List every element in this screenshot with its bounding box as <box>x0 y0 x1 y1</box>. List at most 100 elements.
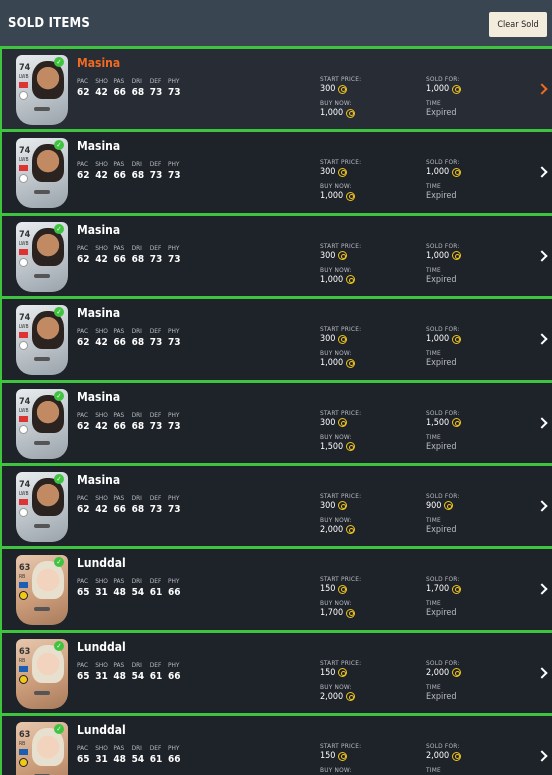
stat-values: 62 42 66 68 73 73 <box>77 87 186 98</box>
chevron-right-icon[interactable] <box>536 416 548 429</box>
coin-icon <box>452 668 462 678</box>
start-price-value: 300 <box>320 334 348 345</box>
stat-value: 48 <box>113 670 126 682</box>
stat-label: PHY <box>167 410 180 419</box>
player-name: Lunddal <box>77 723 126 738</box>
buy-now-amount: 1,000 <box>320 274 344 285</box>
buy-now-label: BUY NOW: <box>320 682 352 691</box>
stat-values: 62 42 66 68 73 73 <box>77 421 186 432</box>
stat-value: 66 <box>113 87 126 98</box>
stat-labels: PAC SHO PAS DRI DEF PHY <box>77 661 186 669</box>
player-portrait <box>32 144 64 183</box>
clear-sold-button[interactable]: Clear Sold <box>489 12 547 37</box>
stat-value: 68 <box>131 87 145 98</box>
buy-now-amount: 2,000 <box>320 691 344 702</box>
stat-value: 73 <box>167 420 181 432</box>
start-price-amount: 150 <box>320 667 336 678</box>
buy-now-amount: 1,700 <box>320 608 344 619</box>
check-icon: ✓ <box>54 57 64 67</box>
sold-items-list: 74 LWB ✓ Masina PAC SHO PAS DRI DEF PHY 62 42 66 68 73… <box>0 46 552 775</box>
buy-now-label: BUY NOW: <box>320 182 352 191</box>
start-price-amount: 300 <box>320 167 336 178</box>
stat-value: 66 <box>113 420 126 432</box>
club-badge-icon <box>19 424 28 434</box>
club-badge-icon <box>19 591 28 601</box>
sold-for-amount: 900 <box>426 500 442 511</box>
coin-icon <box>338 751 348 761</box>
stat-value: 66 <box>167 670 181 682</box>
stat-label: DRI <box>131 410 142 419</box>
list-item[interactable]: 74 LWB ✓ Masina PAC SHO PAS DRI DEF PHY 62 42 66 68 73… <box>0 129 552 213</box>
stat-value: 42 <box>95 87 108 98</box>
card-position: RB <box>19 657 26 664</box>
coin-icon <box>452 418 462 428</box>
player-name: Masina <box>77 306 121 321</box>
sold-for-label: SOLD FOR: <box>426 742 460 751</box>
stat-value: 68 <box>131 337 145 349</box>
list-item[interactable]: 74 LWB ✓ Masina PAC SHO PAS DRI DEF PHY 62 42 66 68 73… <box>0 379 552 463</box>
stat-label: DEF <box>149 77 162 85</box>
stat-label: SHO <box>95 493 108 502</box>
stat-label: PHY <box>167 327 180 336</box>
stat-label: DRI <box>131 160 142 169</box>
stat-labels: PAC SHO PAS DRI DEF PHY <box>77 744 186 752</box>
start-price-amount: 300 <box>320 334 336 345</box>
buy-now-label: BUY NOW: <box>320 432 352 441</box>
stat-label: PAC <box>77 243 89 252</box>
list-item[interactable]: 74 LWB ✓ Masina PAC SHO PAS DRI DEF PHY 62 42 66 68 73… <box>0 462 552 547</box>
chevron-right-icon[interactable] <box>536 333 548 345</box>
start-price-amount: 300 <box>320 417 336 428</box>
list-item[interactable]: 63 RB ✓ Lunddal PAC SHO PAS DRI DEF PHY 65 31 48 54 61… <box>0 713 552 775</box>
stat-label: PAC <box>77 660 89 669</box>
sold-for-value: 1,000 <box>426 334 462 344</box>
stat-label: DRI <box>131 577 142 586</box>
stat-label: DEF <box>149 660 162 669</box>
list-item[interactable]: 74 LWB ✓ Masina PAC SHO PAS DRI DEF PHY 62 42 66 68 73… <box>0 296 552 380</box>
stat-values: 65 31 48 54 61 66 <box>77 671 186 682</box>
nation-flag-icon <box>19 332 28 339</box>
list-item[interactable]: 63 RB ✓ Lunddal PAC SHO PAS DRI DEF PHY 65 31 48 54 61… <box>0 546 552 630</box>
time-value: Expired <box>426 524 457 535</box>
stat-label: PHY <box>167 77 180 85</box>
chevron-right-icon[interactable] <box>536 250 548 262</box>
list-item[interactable]: 63 RB ✓ Lunddal PAC SHO PAS DRI DEF PHY 65 31 48 54 61… <box>0 629 552 714</box>
stat-label: PAS <box>113 77 125 85</box>
boot-icon <box>34 190 50 195</box>
stat-label: PAC <box>77 160 89 169</box>
sold-for-amount: 2,000 <box>426 751 450 762</box>
stat-label: PAC <box>77 77 89 85</box>
stat-labels: PAC SHO PAS DRI DEF PHY <box>77 327 186 335</box>
player-name: Masina <box>77 389 121 404</box>
chevron-right-icon[interactable] <box>536 83 548 95</box>
start-price-label: START PRICE: <box>320 575 362 584</box>
sold-for-label: SOLD FOR: <box>426 408 460 417</box>
chevron-right-icon[interactable] <box>536 667 548 679</box>
start-price-amount: 300 <box>320 500 336 511</box>
list-item[interactable]: 74 LWB ✓ Masina PAC SHO PAS DRI DEF PHY 62 42 66 68 73… <box>0 46 552 130</box>
chevron-right-icon[interactable] <box>536 750 548 762</box>
stat-label: PHY <box>167 493 180 502</box>
buy-now-label: BUY NOW: <box>320 349 352 358</box>
stat-value: 31 <box>95 587 108 599</box>
stat-label: DRI <box>131 660 142 669</box>
start-price-value: 300 <box>320 251 348 261</box>
stat-value: 73 <box>167 170 181 182</box>
sold-for-value: 2,000 <box>426 668 462 678</box>
time-label: TIME <box>426 349 441 358</box>
sold-for-value: 1,000 <box>426 84 462 94</box>
chevron-right-icon[interactable] <box>536 500 548 512</box>
coin-icon <box>444 501 454 511</box>
nation-flag-icon <box>19 415 28 422</box>
coin-icon <box>452 584 462 594</box>
stat-label: DEF <box>149 327 162 336</box>
chevron-right-icon[interactable] <box>536 166 548 179</box>
chevron-right-icon[interactable] <box>536 583 548 596</box>
list-item[interactable]: 74 LWB ✓ Masina PAC SHO PAS DRI DEF PHY 62 42 66 68 73… <box>0 212 552 297</box>
stat-label: SHO <box>95 243 108 252</box>
stat-value: 61 <box>149 587 163 599</box>
player-name: Lunddal <box>77 556 126 571</box>
nation-flag-icon <box>19 582 28 589</box>
stat-value: 66 <box>113 503 126 515</box>
nation-flag-icon <box>19 498 28 505</box>
boot-icon <box>34 357 50 362</box>
